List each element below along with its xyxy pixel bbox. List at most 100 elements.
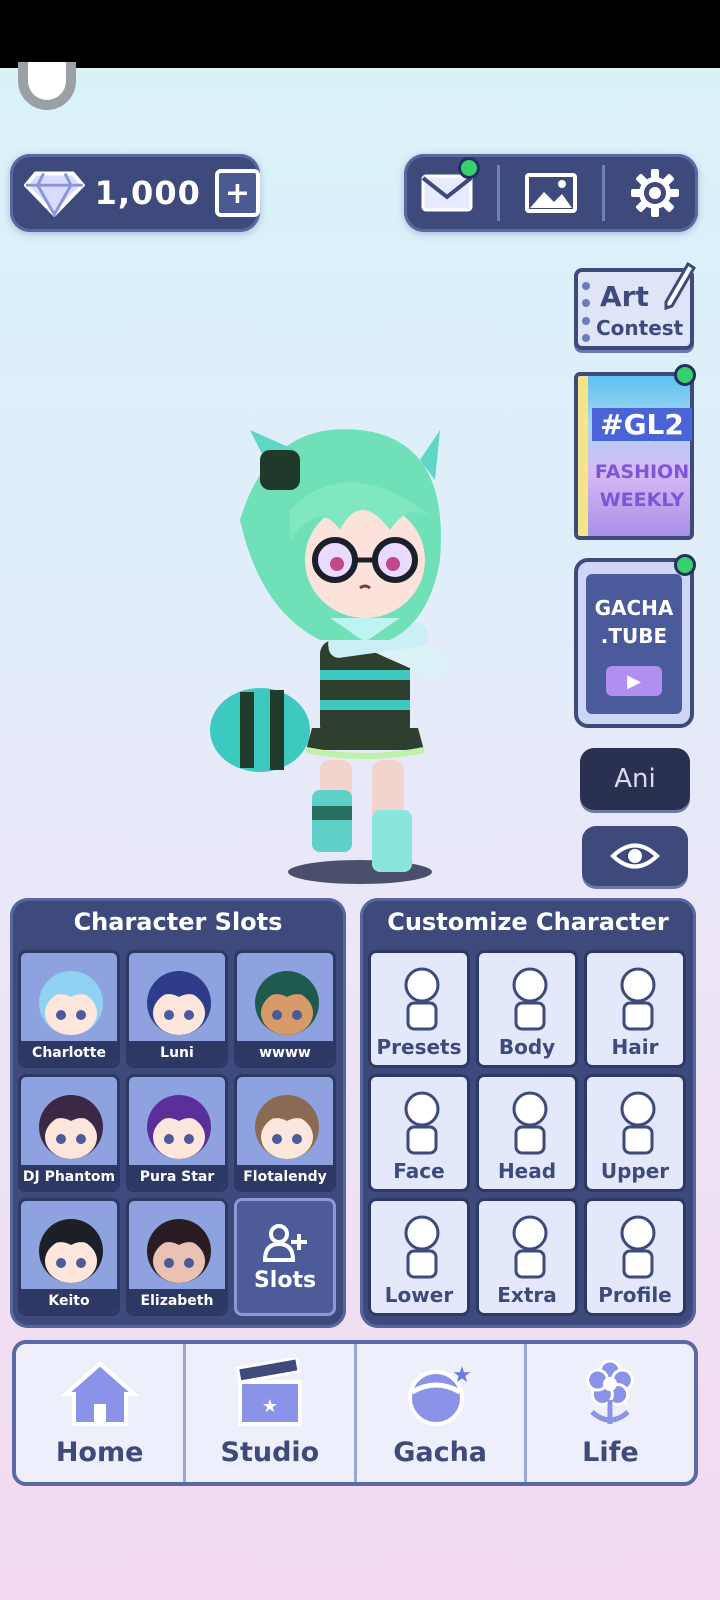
character-slot-name: Elizabeth xyxy=(129,1289,225,1313)
nav-label: Home xyxy=(55,1437,144,1468)
notebook-rings xyxy=(582,282,590,342)
gear-icon xyxy=(631,169,680,217)
add-gems-button[interactable]: + xyxy=(214,169,260,217)
lower-icon xyxy=(404,1215,440,1279)
clapperboard-icon: ★ xyxy=(235,1358,302,1426)
svg-text:★: ★ xyxy=(262,1396,278,1417)
gallery-button[interactable] xyxy=(516,163,586,223)
customize-head-button[interactable]: Head xyxy=(476,1074,578,1192)
settings-button[interactable] xyxy=(620,163,690,223)
divider xyxy=(497,165,501,221)
fashion-line2: WEEKLY xyxy=(599,489,685,511)
body-icon xyxy=(512,967,548,1031)
customize-lower-button[interactable]: Lower xyxy=(368,1198,470,1316)
status-bar xyxy=(0,0,720,68)
tube-notification-dot xyxy=(674,554,696,576)
camera-ring-icon xyxy=(18,62,76,110)
customize-profile-button[interactable]: Profile xyxy=(584,1198,686,1316)
character-slot-name: Luni xyxy=(129,1041,225,1065)
nav-studio[interactable]: ★ Studio xyxy=(183,1344,353,1482)
customize-face-button[interactable]: Face xyxy=(368,1074,470,1192)
customize-upper-button[interactable]: Upper xyxy=(584,1074,686,1192)
add-user-icon xyxy=(263,1223,307,1262)
face-icon xyxy=(404,1091,440,1155)
nav-label: Gacha xyxy=(393,1437,488,1468)
character-slot[interactable]: Luni xyxy=(126,950,228,1068)
customize-label: Presets xyxy=(376,1035,462,1059)
character-slot[interactable]: Elizabeth xyxy=(126,1198,228,1316)
tube-line2: .TUBE xyxy=(600,624,668,648)
customize-label: Upper xyxy=(600,1159,670,1183)
character-face-icon xyxy=(39,1219,103,1283)
top-actions-bar xyxy=(404,154,698,232)
nav-label: Life xyxy=(582,1437,639,1468)
customize-grid: Presets Body Hair Face Head Upper Lower Extra Pr… xyxy=(368,950,686,1316)
customize-label: Lower xyxy=(384,1283,454,1307)
tube-line1: GACHA xyxy=(594,596,674,620)
plus-box-icon: + xyxy=(224,175,250,211)
customize-hair-button[interactable]: Hair xyxy=(584,950,686,1068)
character-preview[interactable] xyxy=(200,410,470,890)
fashion-line1: FASHION xyxy=(594,461,690,483)
character-slot[interactable]: wwww xyxy=(234,950,336,1068)
character-slot-name: Flotalendy xyxy=(237,1165,333,1189)
character-slot[interactable]: Flotalendy xyxy=(234,1074,336,1192)
bottom-navigation: Home ★ Studio ★ Gacha Life xyxy=(12,1340,698,1486)
customize-title: Customize Character xyxy=(387,908,669,936)
character-slot-name: Keito xyxy=(21,1289,117,1313)
character-slot[interactable]: Keito xyxy=(18,1198,120,1316)
image-icon xyxy=(524,173,577,213)
customize-extra-button[interactable]: Extra xyxy=(476,1198,578,1316)
pencil-icon xyxy=(664,262,696,311)
add-slots-button[interactable]: Slots xyxy=(234,1198,336,1316)
fashion-weekly-button[interactable]: #GL2 FASHION WEEKLY xyxy=(574,364,696,540)
eye-icon xyxy=(610,843,660,869)
character-slot-name: Pura Star xyxy=(129,1165,225,1189)
customize-label: Body xyxy=(498,1035,556,1059)
profile-icon xyxy=(620,1215,656,1279)
gacha-tube-button[interactable]: GACHA .TUBE ▶ xyxy=(574,554,696,728)
customize-presets-button[interactable]: Presets xyxy=(368,950,470,1068)
character-face-icon xyxy=(255,1095,319,1159)
art-contest-button[interactable]: Art Contest xyxy=(574,262,696,350)
gem-amount: 1,000 xyxy=(94,174,201,212)
gem-counter[interactable]: 1,000 + xyxy=(10,154,260,232)
customize-label: Extra xyxy=(497,1283,557,1307)
slot-grid: Charlotte Luni wwww DJ Phantom Pura Star Flot… xyxy=(18,950,336,1316)
character-slots-panel: Character Slots Charlotte Luni wwww DJ Phan… xyxy=(10,898,346,1328)
extra-icon xyxy=(512,1215,548,1279)
customize-body-button[interactable]: Body xyxy=(476,950,578,1068)
add-slots-label: Slots xyxy=(253,1267,317,1293)
nav-home[interactable]: Home xyxy=(16,1344,183,1482)
play-icon: ▶ xyxy=(606,666,662,696)
customize-label: Profile xyxy=(598,1283,672,1307)
art-contest-title: Art xyxy=(600,280,649,313)
character-face-icon xyxy=(39,1095,103,1159)
character-slot[interactable]: DJ Phantom xyxy=(18,1074,120,1192)
character-slot-name: Charlotte xyxy=(21,1041,117,1065)
customize-label: Hair xyxy=(611,1035,659,1059)
ani-label: Ani xyxy=(614,764,656,794)
character-face-icon xyxy=(147,971,211,1035)
character-slot[interactable]: Pura Star xyxy=(126,1074,228,1192)
mail-button[interactable] xyxy=(412,157,482,223)
animation-button[interactable]: Ani xyxy=(580,748,690,810)
character-slot-name: wwww xyxy=(237,1041,333,1065)
hair-icon xyxy=(620,967,656,1031)
customize-label: Face xyxy=(393,1159,445,1183)
nav-label: Studio xyxy=(220,1437,320,1468)
character-slot-name: DJ Phantom xyxy=(21,1165,117,1189)
character-slot[interactable]: Charlotte xyxy=(18,950,120,1068)
fashion-notification-dot xyxy=(674,364,696,386)
flower-icon xyxy=(586,1359,635,1424)
toggle-ui-button[interactable] xyxy=(582,826,688,886)
mail-icon xyxy=(421,174,473,212)
head-icon xyxy=(512,1091,548,1155)
upper-icon xyxy=(620,1091,656,1155)
character-face-icon xyxy=(255,971,319,1035)
fashion-tag: #GL2 xyxy=(592,408,692,441)
nav-gacha[interactable]: ★ Gacha xyxy=(353,1344,524,1482)
character-face-icon xyxy=(39,971,103,1035)
character-face-icon xyxy=(147,1219,211,1283)
nav-life[interactable]: Life xyxy=(523,1344,694,1482)
